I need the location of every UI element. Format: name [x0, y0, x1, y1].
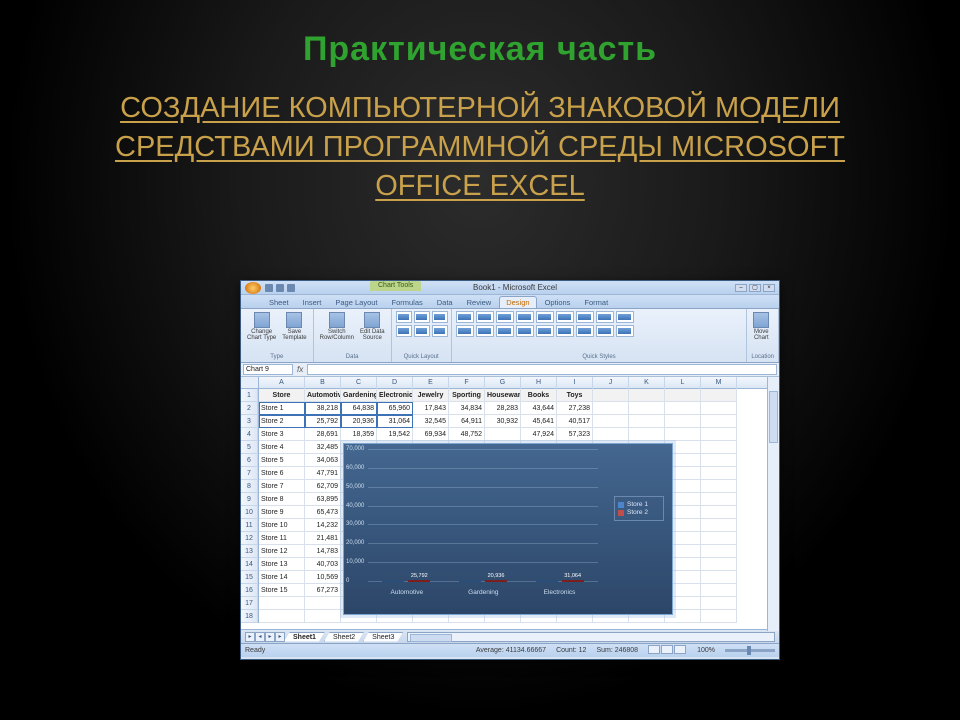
chart-bar[interactable]: [382, 580, 404, 582]
slide-subtitle: СОЗДАНИЕ КОМПЬЮТЕРНОЙ ЗНАКОВОЙ МОДЕЛИ СР…: [80, 89, 880, 206]
status-sum: Sum: 246808: [596, 647, 638, 654]
chart-bar[interactable]: 20,936: [485, 580, 507, 582]
status-average: Average: 41134.66667: [476, 647, 546, 654]
window-title: Book1 - Microsoft Excel: [295, 283, 735, 292]
chart-bar[interactable]: 25,792: [408, 580, 430, 582]
slide-title: Практическая часть: [0, 0, 960, 69]
save-template-button[interactable]: Save Template: [280, 311, 308, 342]
chart-plot-area: 010,00020,00030,00040,00050,00060,00070,…: [368, 450, 598, 582]
title-bar: Book1 - Microsoft Excel – ▢ ×: [241, 281, 779, 295]
name-box[interactable]: Chart 9: [243, 364, 293, 375]
move-chart-button[interactable]: Move Chart: [751, 311, 771, 342]
chart-tools-context-tab: Chart Tools: [370, 281, 421, 291]
window-controls: – ▢ ×: [735, 284, 775, 292]
ribbon-tab-formulas[interactable]: Formulas: [386, 297, 429, 308]
ribbon-tab-options[interactable]: Options: [539, 297, 577, 308]
chart-styles-gallery[interactable]: [456, 311, 743, 337]
sheet-tab-bar: ▸◂▸▸ Sheet1Sheet2Sheet3: [241, 629, 779, 643]
ribbon-group-location: Move Chart Location: [747, 309, 779, 362]
switch-row-column-button[interactable]: Switch Row/Column: [318, 311, 356, 342]
ribbon-tabs: SheetInsertPage LayoutFormulasDataReview…: [241, 295, 779, 309]
horizontal-scrollbar[interactable]: [407, 632, 775, 642]
vertical-scrollbar[interactable]: [767, 377, 779, 631]
embedded-chart[interactable]: 010,00020,00030,00040,00050,00060,00070,…: [343, 443, 673, 615]
ribbon-tab-format[interactable]: Format: [578, 297, 614, 308]
select-all-corner[interactable]: [241, 377, 259, 389]
close-button[interactable]: ×: [763, 284, 775, 292]
ribbon-tab-sheet[interactable]: Sheet: [263, 297, 295, 308]
ribbon-tab-design[interactable]: Design: [499, 296, 536, 308]
status-count: Count: 12: [556, 647, 586, 654]
ribbon-tab-data[interactable]: Data: [431, 297, 459, 308]
minimize-button[interactable]: –: [735, 284, 747, 292]
formula-input[interactable]: [307, 364, 777, 375]
ribbon-group-layouts: Quick Layout: [392, 309, 452, 362]
ribbon-group-styles: Quick Styles: [452, 309, 748, 362]
sheet-tab-sheet1[interactable]: Sheet1: [284, 632, 325, 642]
formula-bar: Chart 9 fx: [241, 363, 779, 377]
maximize-button[interactable]: ▢: [749, 284, 761, 292]
edit-data-source-button[interactable]: Edit Data Source: [358, 311, 387, 342]
change-chart-type-button[interactable]: Change Chart Type: [245, 311, 278, 342]
zoom-level[interactable]: 100%: [697, 647, 715, 654]
sheet-tab-sheet3[interactable]: Sheet3: [363, 632, 403, 642]
status-bar: Ready Average: 41134.66667 Count: 12 Sum…: [241, 643, 779, 657]
ribbon-group-data: Switch Row/Column Edit Data Source Data: [314, 309, 392, 362]
fx-icon[interactable]: fx: [297, 365, 303, 374]
chart-x-axis: AutomotiveGardeningElectronics: [368, 589, 598, 596]
chart-layouts-gallery[interactable]: [396, 311, 447, 337]
sheet-tab-sheet2[interactable]: Sheet2: [324, 632, 364, 642]
chart-bar[interactable]: [536, 580, 558, 582]
ribbon: Change Chart Type Save Template Type Swi…: [241, 309, 779, 363]
worksheet-area[interactable]: ABCDEFGHIJKLM 12345678910111213141516171…: [241, 377, 779, 629]
column-headers[interactable]: ABCDEFGHIJKLM: [259, 377, 767, 389]
view-buttons[interactable]: [648, 645, 687, 656]
chart-bar[interactable]: [459, 580, 481, 582]
sheet-nav-buttons[interactable]: ▸◂▸▸: [245, 632, 285, 642]
status-ready: Ready: [245, 647, 265, 654]
slide: Практическая часть СОЗДАНИЕ КОМПЬЮТЕРНОЙ…: [0, 0, 960, 720]
row-headers[interactable]: 123456789101112131415161718: [241, 389, 259, 623]
office-button-icon[interactable]: [245, 282, 261, 294]
ribbon-tab-page-layout[interactable]: Page Layout: [329, 297, 383, 308]
quick-access-toolbar[interactable]: [265, 284, 295, 292]
zoom-slider[interactable]: [725, 649, 775, 652]
excel-window: Chart Tools Book1 - Microsoft Excel – ▢ …: [240, 280, 780, 660]
ribbon-group-type: Change Chart Type Save Template Type: [241, 309, 314, 362]
chart-legend[interactable]: Store 1Store 2: [614, 496, 664, 521]
chart-bar[interactable]: 31,064: [562, 580, 584, 582]
ribbon-tab-insert[interactable]: Insert: [297, 297, 328, 308]
ribbon-tab-review[interactable]: Review: [461, 297, 498, 308]
